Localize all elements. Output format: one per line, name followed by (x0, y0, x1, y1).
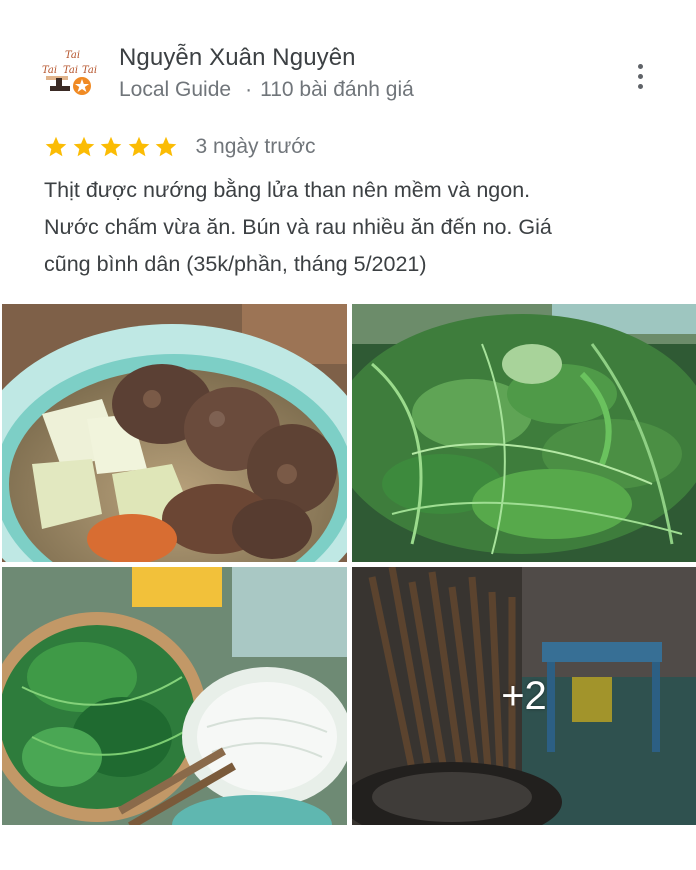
review-photo-herbs-noodles[interactable] (2, 567, 347, 825)
tai-tai-tai-logo-icon: Tai Tai Tai Tai (38, 42, 102, 106)
more-vert-icon[interactable] (622, 58, 658, 94)
local-guide-badge: Local Guide (119, 78, 232, 101)
svg-text:Tai: Tai (65, 50, 80, 61)
star-icon (128, 136, 149, 157)
more-photos-count[interactable]: +2 (352, 567, 696, 825)
review-count: 110 bài đánh giá (260, 78, 414, 101)
review-text-line: Thịt được nướng bằng lửa than nên mềm và… (44, 178, 531, 202)
rating-row: 3 ngày trước (44, 132, 316, 162)
author-name[interactable]: Nguyễn Xuân Nguyên (119, 44, 356, 72)
review-photo-more[interactable]: +2 (352, 567, 696, 825)
review-photo-herbs[interactable] (352, 304, 696, 562)
meta-separator: · (245, 78, 253, 101)
star-icon (155, 136, 177, 157)
star-rating (44, 135, 182, 159)
star-icon (100, 136, 122, 157)
review-card: Tai Tai Tai Tai Nguyễn Xuân Nguyên Local… (0, 0, 696, 870)
star-icon (73, 136, 94, 157)
review-text-line: Nước chấm vừa ăn. Bún và rau nhiều ăn đế… (44, 215, 552, 239)
star-icon (45, 136, 67, 157)
review-date: 3 ngày trước (195, 135, 316, 158)
author-meta: Local Guide · 110 bài đánh giá (119, 78, 414, 102)
review-photo-bun-cha-bowl[interactable] (2, 304, 347, 562)
author-avatar[interactable]: Tai Tai Tai Tai (38, 42, 102, 106)
svg-text:Tai: Tai (82, 65, 97, 76)
review-text: Thịt được nướng bằng lửa than nên mềm và… (44, 172, 664, 283)
svg-text:Tai: Tai (63, 65, 78, 76)
svg-text:Tai: Tai (42, 65, 57, 76)
review-text-line: cũng bình dân (35k/phần, tháng 5/2021) (44, 252, 427, 276)
